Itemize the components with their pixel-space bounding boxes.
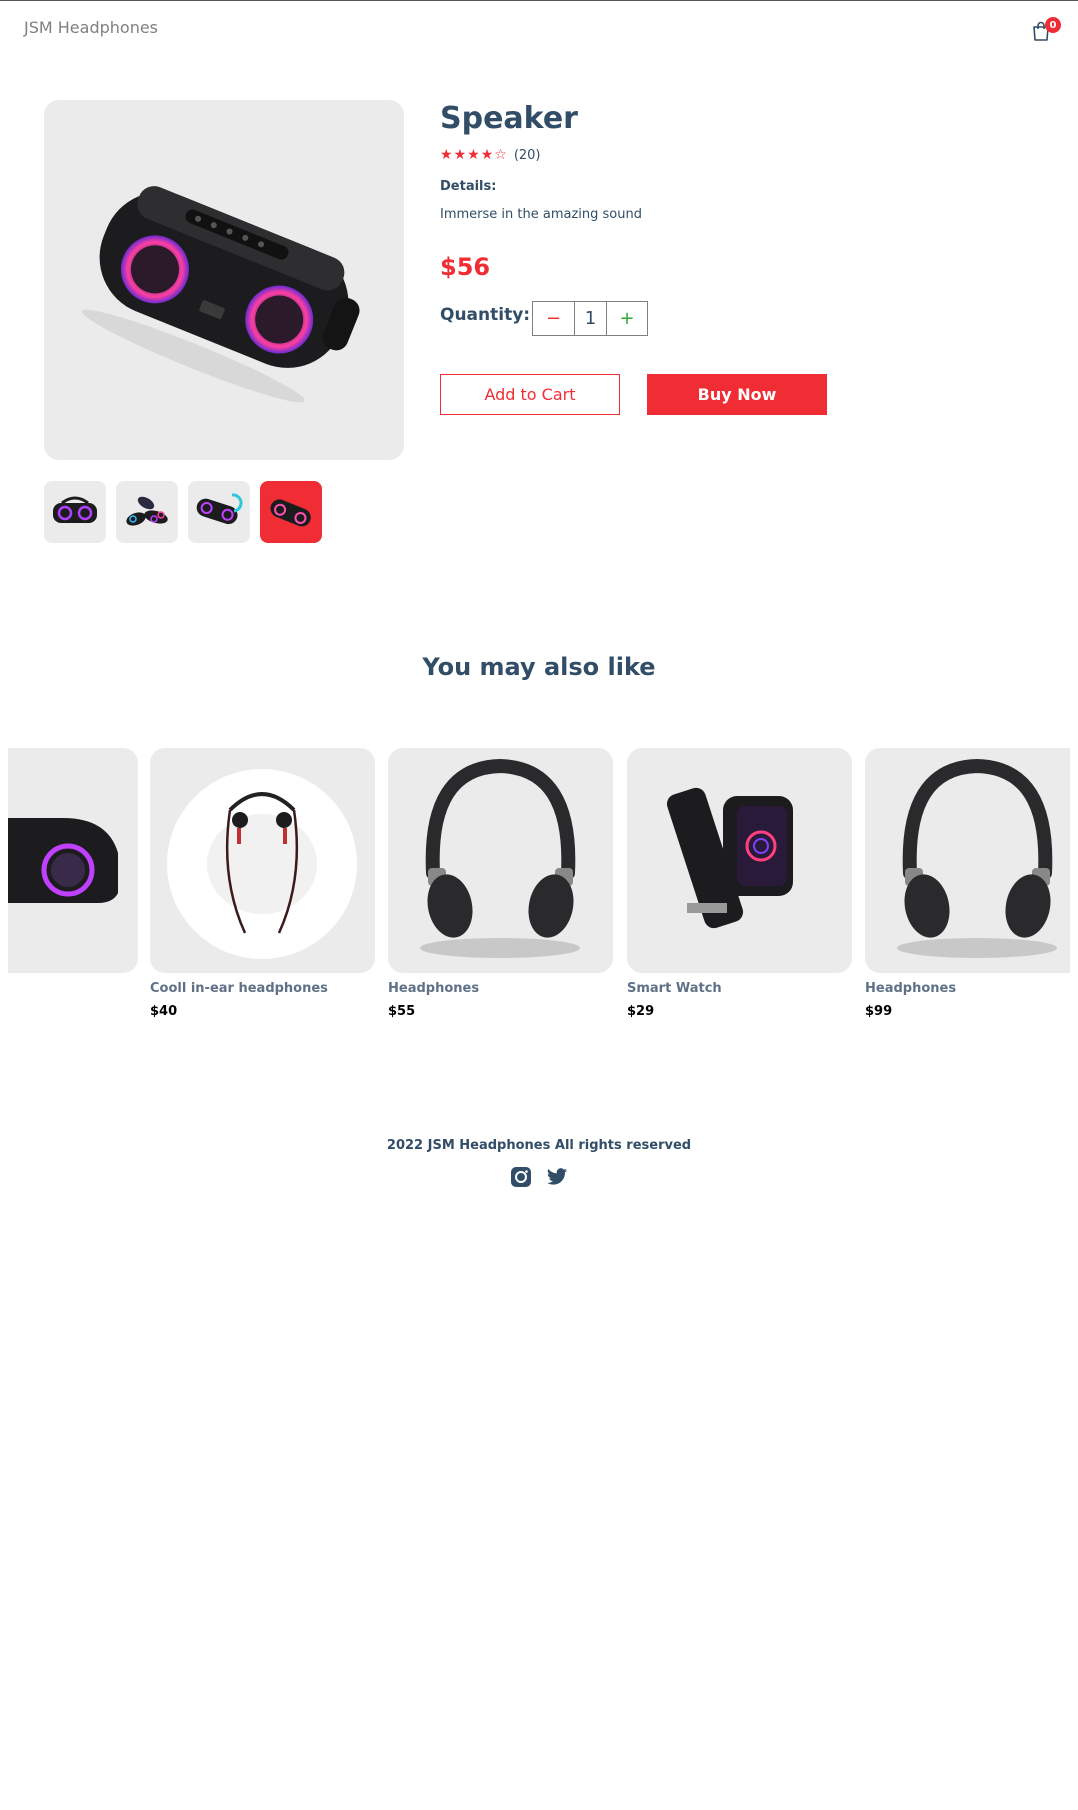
product-card[interactable]: Headphones $99	[865, 748, 1070, 1019]
product-rating: ★ ★ ★ ★ ☆ (20)	[440, 147, 541, 163]
thumbnail-2[interactable]	[116, 481, 178, 543]
product-price: $56	[440, 253, 491, 281]
star-filled-icon: ★	[480, 147, 494, 163]
product-card[interactable]: Cooll in-ear headphones $40	[150, 748, 375, 1019]
buy-now-button[interactable]: Buy Now	[647, 374, 827, 415]
logo-link[interactable]: JSM Headphones	[24, 18, 158, 37]
product-card-name: Smart Watch	[627, 981, 722, 996]
product-card-price: $29	[627, 1004, 655, 1019]
product-card-image	[150, 748, 375, 973]
product-card-price: $99	[865, 1004, 893, 1019]
thumbnail-1[interactable]	[44, 481, 106, 543]
twitter-icon[interactable]	[546, 1166, 568, 1188]
plus-icon[interactable]: +	[607, 302, 647, 335]
product-card[interactable]: Headphones $55	[388, 748, 613, 1019]
review-count: (20)	[513, 147, 541, 163]
quantity-label: Quantity:	[440, 305, 531, 325]
navbar: JSM Headphones 0	[0, 1, 1078, 53]
product-card-image	[388, 748, 613, 973]
star-filled-icon: ★	[467, 147, 480, 163]
cart-count-badge: 0	[1045, 17, 1061, 33]
product-card-price: $55	[388, 1004, 416, 1019]
product-card-name: Headphones	[388, 981, 480, 996]
footer-copyright: 2022 JSM Headphones All rights reserved	[386, 1138, 692, 1153]
product-card-name: Cooll in-ear headphones	[150, 981, 328, 996]
quantity-stepper: − 1 +	[532, 301, 648, 336]
cart-button[interactable]: 0	[1030, 17, 1061, 43]
product-description: Immerse in the amazing sound	[440, 207, 642, 222]
related-products-title: You may also like	[422, 653, 656, 681]
star-filled-icon: ★	[440, 147, 453, 163]
product-card[interactable]	[8, 748, 138, 981]
product-card-name: Headphones	[865, 981, 957, 996]
add-to-cart-button[interactable]: Add to Cart	[440, 374, 620, 415]
quantity-value: 1	[575, 302, 607, 335]
social-links	[510, 1166, 568, 1188]
product-main-image	[44, 100, 404, 460]
star-outline-icon: ☆	[494, 147, 507, 163]
instagram-icon[interactable]	[510, 1166, 532, 1188]
product-card-image	[865, 748, 1070, 973]
product-card[interactable]: Smart Watch $29	[627, 748, 852, 1019]
product-title: Speaker	[440, 101, 578, 136]
star-filled-icon: ★	[453, 147, 467, 163]
minus-icon[interactable]: −	[533, 302, 575, 335]
thumbnail-4[interactable]	[260, 481, 322, 543]
product-card-image	[8, 748, 138, 973]
related-products-carousel: Cooll in-ear headphones $40 Headphones $…	[8, 748, 1070, 1028]
thumbnail-3[interactable]	[188, 481, 250, 543]
product-card-price: $40	[150, 1004, 178, 1019]
product-card-image	[627, 748, 852, 973]
details-heading: Details:	[440, 179, 497, 194]
